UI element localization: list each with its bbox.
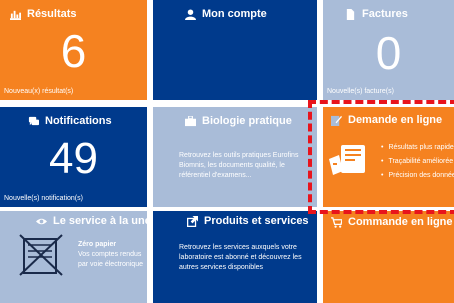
tile-commande-en-ligne[interactable]: Commande en ligne	[323, 211, 454, 303]
service-text: Vos comptes rendus par voie électronique	[78, 251, 143, 268]
user-icon	[185, 8, 196, 20]
tile-notifications[interactable]: Notifications 49 Nouvelle(s) notificatio…	[0, 107, 147, 207]
tile-factures-header: Factures	[345, 8, 408, 20]
tile-service-a-la-une[interactable]: Le service à la une Zéro papier Vos comp…	[0, 211, 147, 303]
tile-notifications-title: Notifications	[45, 115, 112, 127]
edit-icon	[331, 115, 342, 126]
tile-produits-title: Produits et services	[204, 215, 309, 227]
produits-description: Retrouvez les services auxquels votre la…	[179, 244, 302, 271]
tile-service-header: Le service à la une	[36, 215, 147, 227]
service-headline: Zéro papier	[78, 241, 117, 248]
tile-commande-title: Commande en ligne	[348, 216, 453, 228]
document-icon	[346, 8, 355, 20]
tile-biologie-title: Biologie pratique	[202, 115, 292, 127]
tile-produits-services[interactable]: Produits et services Retrouvez les servi…	[153, 211, 317, 303]
demande-benefits-list: Résultats plus rapides Traçabilité améli…	[381, 141, 454, 183]
eye-icon	[36, 218, 47, 224]
tile-compte-title: Mon compte	[202, 8, 267, 20]
benefit-item: Résultats plus rapides	[381, 141, 454, 155]
cart-icon	[331, 216, 342, 228]
notifications-count: 49	[49, 134, 98, 183]
tile-notifications-header: Notifications	[28, 115, 112, 127]
tile-factures[interactable]: Factures 0 Nouvelle(s) facture(s)	[323, 0, 454, 100]
briefcase-icon	[185, 115, 196, 126]
tile-resultats-header: Résultats	[10, 8, 77, 20]
factures-count: 0	[375, 27, 402, 79]
tile-factures-title: Factures	[362, 8, 408, 20]
tile-resultats[interactable]: Résultats 6 Nouveau(x) résultat(s)	[0, 0, 147, 100]
tile-resultats-title: Résultats	[27, 8, 77, 20]
benefit-item: Traçabilité améliorée	[381, 155, 454, 169]
tile-service-title: Le service à la une	[53, 215, 147, 227]
tile-compte-header: Mon compte	[185, 8, 267, 20]
tablet-form-icon	[329, 145, 365, 175]
biologie-description: Retrouvez les outils pratiques Eurofins …	[179, 152, 299, 179]
chat-icon	[28, 116, 39, 125]
tile-demande-en-ligne[interactable]: Demande en ligne Résultats plus rapides …	[323, 107, 454, 207]
tile-produits-header: Produits et services	[187, 215, 309, 227]
bar-chart-icon	[10, 10, 21, 20]
tile-biologie-pratique[interactable]: Biologie pratique Retrouvez les outils p…	[153, 107, 317, 207]
notifications-footer: Nouvelle(s) notification(s)	[4, 195, 83, 202]
resultats-footer: Nouveau(x) résultat(s)	[4, 88, 74, 95]
benefit-item: Précision des données	[381, 169, 454, 183]
factures-footer: Nouvelle(s) facture(s)	[327, 88, 394, 95]
tile-biologie-header: Biologie pratique	[185, 115, 292, 127]
resultats-count: 6	[60, 25, 87, 77]
crossed-paper-icon	[19, 234, 63, 276]
external-link-icon	[187, 215, 198, 227]
tile-commande-header: Commande en ligne	[331, 216, 453, 228]
tile-demande-header: Demande en ligne	[331, 114, 442, 126]
tile-demande-title: Demande en ligne	[348, 114, 443, 126]
tile-mon-compte[interactable]: Mon compte	[153, 0, 317, 100]
